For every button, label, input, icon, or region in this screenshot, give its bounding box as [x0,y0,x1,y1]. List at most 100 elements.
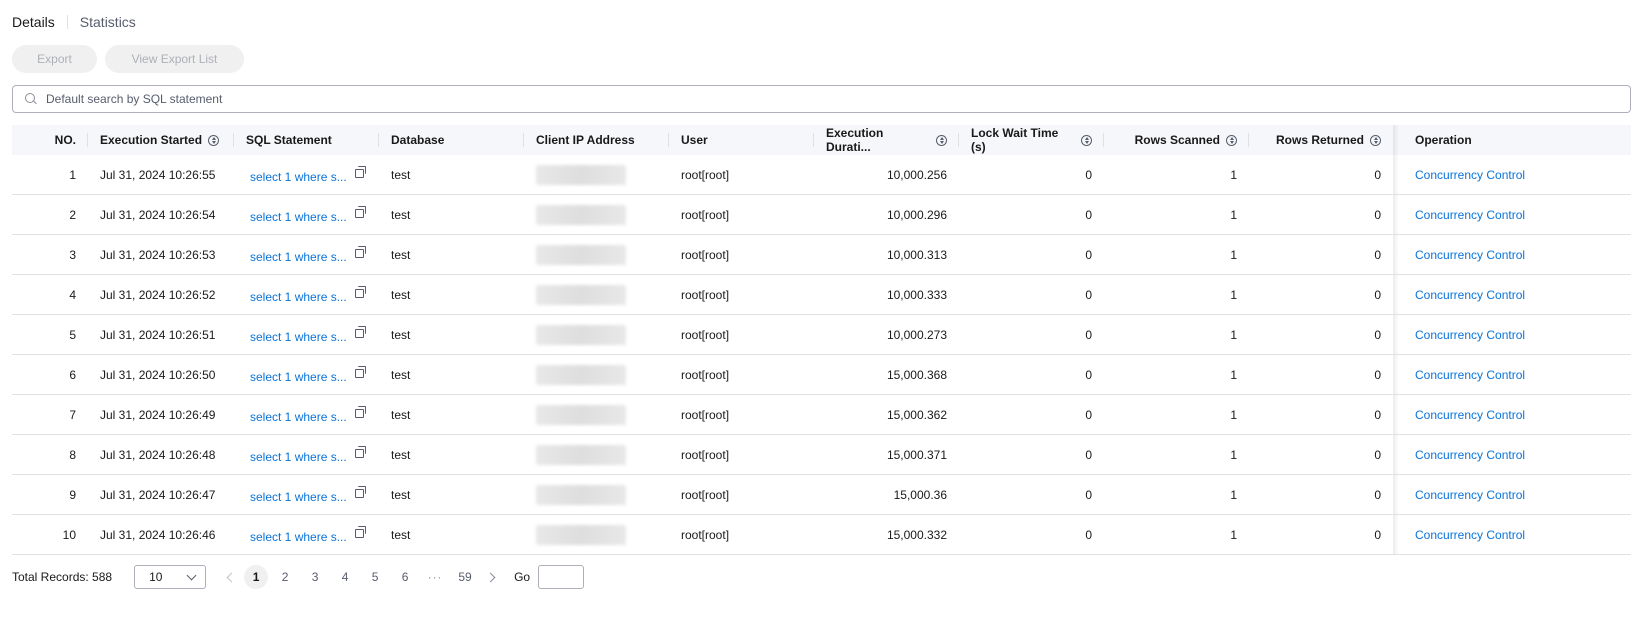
concurrency-control-link[interactable]: Concurrency Control [1415,248,1525,262]
total-records: Total Records: 588 [12,570,113,584]
cell-user: root[root] [681,328,730,342]
cell-execution-duration: 10,000.333 [886,288,947,302]
col-header-rows-returned[interactable]: Rows Returned [1249,125,1393,155]
sql-statement-link[interactable]: select 1 where s... [250,330,347,344]
copy-icon[interactable] [355,406,367,418]
concurrency-control-link[interactable]: Concurrency Control [1415,168,1525,182]
cell-rows-scanned: 1 [1230,208,1237,222]
sort-icon[interactable] [936,134,947,146]
page-4[interactable]: 4 [332,565,358,589]
export-button[interactable]: Export [12,45,97,73]
ip-redacted [536,245,626,265]
sql-statement-link[interactable]: select 1 where s... [250,370,347,384]
view-export-list-button[interactable]: View Export List [105,45,244,73]
cell-user: root[root] [681,488,730,502]
copy-icon[interactable] [355,166,367,178]
copy-icon[interactable] [355,486,367,498]
sql-statement-link[interactable]: select 1 where s... [250,450,347,464]
ip-redacted [536,365,626,385]
sql-statement-link[interactable]: select 1 where s... [250,170,347,184]
copy-icon[interactable] [355,446,367,458]
page-1[interactable]: 1 [244,565,269,589]
cell-client-ip [524,515,669,555]
cell-no: 2 [69,208,76,222]
ip-redacted [536,205,626,225]
page-ellipsis[interactable]: ··· [422,565,448,589]
concurrency-control-link[interactable]: Concurrency Control [1415,408,1525,422]
ip-redacted [536,485,626,505]
concurrency-control-link[interactable]: Concurrency Control [1415,488,1525,502]
next-page-button[interactable] [480,565,504,589]
sql-statement-link[interactable]: select 1 where s... [250,530,347,544]
col-header-database: Database [379,125,524,155]
ip-redacted [536,325,626,345]
cell-execution-duration: 10,000.296 [886,208,947,222]
page-59[interactable]: 59 [452,565,478,589]
copy-icon[interactable] [355,326,367,338]
sql-statement-link[interactable]: select 1 where s... [250,250,347,264]
cell-client-ip [524,195,669,235]
concurrency-control-link[interactable]: Concurrency Control [1415,288,1525,302]
sort-icon[interactable] [1226,134,1237,146]
cell-no: 4 [69,288,76,302]
tab-divider [66,15,68,29]
sort-icon[interactable] [1081,134,1092,146]
page-5[interactable]: 5 [362,565,388,589]
sql-statement-link[interactable]: select 1 where s... [250,290,347,304]
cell-client-ip [524,395,669,435]
tab-bar: Details Statistics [12,12,136,32]
cell-execution-started: Jul 31, 2024 10:26:51 [100,328,216,342]
concurrency-control-link[interactable]: Concurrency Control [1415,448,1525,462]
tab-statistics[interactable]: Statistics [80,14,136,30]
col-header-sql-statement: SQL Statement [234,125,379,155]
copy-icon[interactable] [355,246,367,258]
cell-sql-statement: select 1 where s... [234,315,379,355]
copy-icon[interactable] [355,526,367,538]
concurrency-control-link[interactable]: Concurrency Control [1415,208,1525,222]
col-header-lock-wait-time[interactable]: Lock Wait Time (s) [959,125,1104,155]
copy-icon[interactable] [355,286,367,298]
cell-lock-wait-time: 0 [1085,488,1092,502]
fixed-column-shadow [1393,475,1399,514]
cell-user: root[root] [681,448,730,462]
concurrency-control-link[interactable]: Concurrency Control [1415,328,1525,342]
cell-lock-wait-time: 0 [1085,288,1092,302]
go-label: Go [514,570,531,584]
cell-rows-scanned: 1 [1230,328,1237,342]
page-6[interactable]: 6 [392,565,418,589]
ip-redacted [536,525,626,545]
sql-statement-link[interactable]: select 1 where s... [250,490,347,504]
cell-lock-wait-time: 0 [1085,168,1092,182]
tab-details[interactable]: Details [12,14,55,30]
col-header-rows-scanned[interactable]: Rows Scanned [1104,125,1249,155]
col-header-execution-duration[interactable]: Execution Durati... [814,125,959,155]
fixed-column-shadow [1393,515,1399,554]
page-size-select[interactable]: 10 [134,565,207,589]
search-input[interactable] [46,92,1606,106]
search-box [12,85,1631,113]
go-page-input[interactable] [538,565,585,589]
concurrency-control-link[interactable]: Concurrency Control [1415,368,1525,382]
sort-icon[interactable] [1370,134,1381,146]
copy-icon[interactable] [355,206,367,218]
copy-icon[interactable] [355,366,367,378]
col-header-operation: Operation [1415,133,1472,147]
cell-client-ip [524,475,669,515]
sort-icon[interactable] [208,134,220,146]
cell-lock-wait-time: 0 [1085,248,1092,262]
cell-execution-started: Jul 31, 2024 10:26:48 [100,448,216,462]
prev-page-button[interactable] [218,565,242,589]
cell-rows-scanned: 1 [1230,368,1237,382]
cell-execution-duration: 10,000.256 [886,168,947,182]
sql-statement-link[interactable]: select 1 where s... [250,410,347,424]
cell-execution-started: Jul 31, 2024 10:26:55 [100,168,216,182]
cell-execution-started: Jul 31, 2024 10:26:46 [100,528,216,542]
page-3[interactable]: 3 [302,565,328,589]
chevron-left-icon [226,572,237,582]
cell-database: test [391,248,411,262]
concurrency-control-link[interactable]: Concurrency Control [1415,528,1525,542]
sql-statement-link[interactable]: select 1 where s... [250,210,347,224]
col-header-execution-started[interactable]: Execution Started [88,125,234,155]
page-2[interactable]: 2 [272,565,298,589]
fixed-column-shadow [1393,235,1399,274]
